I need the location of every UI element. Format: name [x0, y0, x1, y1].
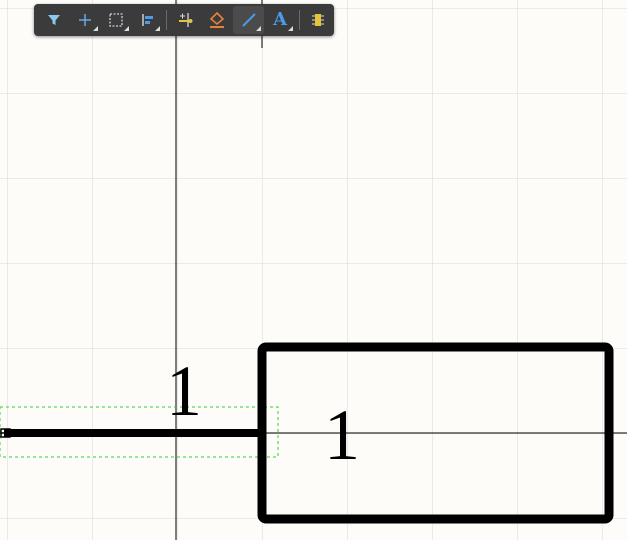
rectangle-select-icon [109, 13, 124, 27]
place-line-button[interactable] [233, 6, 265, 34]
component-button[interactable] [303, 6, 334, 34]
dropdown-corner-icon [256, 26, 262, 31]
toolbar-separator [166, 10, 168, 30]
dropdown-corner-icon [124, 26, 130, 31]
select-rectangle-button[interactable] [101, 6, 132, 34]
pin-icon [179, 13, 193, 27]
filter-icon [47, 15, 60, 25]
component-icon [312, 14, 325, 26]
add-cross-button[interactable] [69, 6, 100, 34]
active-bar-toolbar: A [34, 4, 334, 36]
pin-designator[interactable]: 1 [166, 351, 202, 431]
crosshair-icon [79, 14, 92, 26]
place-text-button[interactable]: A [264, 6, 295, 34]
place-pin-button[interactable] [170, 6, 201, 34]
dropdown-corner-icon [155, 26, 161, 31]
dropdown-corner-icon [92, 26, 98, 31]
dropdown-corner-icon [287, 26, 293, 31]
fill-button[interactable] [202, 6, 233, 34]
schematic-canvas[interactable]: 1 1 [0, 0, 627, 540]
align-icon [141, 14, 153, 26]
toolbar-separator [298, 10, 300, 30]
filter-button[interactable] [38, 6, 69, 34]
fill-icon [210, 11, 225, 28]
drawing-layer: 1 1 [0, 0, 627, 540]
line-icon [242, 13, 256, 27]
body-designator[interactable]: 1 [324, 395, 360, 475]
text-icon: A [273, 9, 288, 30]
align-button[interactable] [132, 6, 163, 34]
